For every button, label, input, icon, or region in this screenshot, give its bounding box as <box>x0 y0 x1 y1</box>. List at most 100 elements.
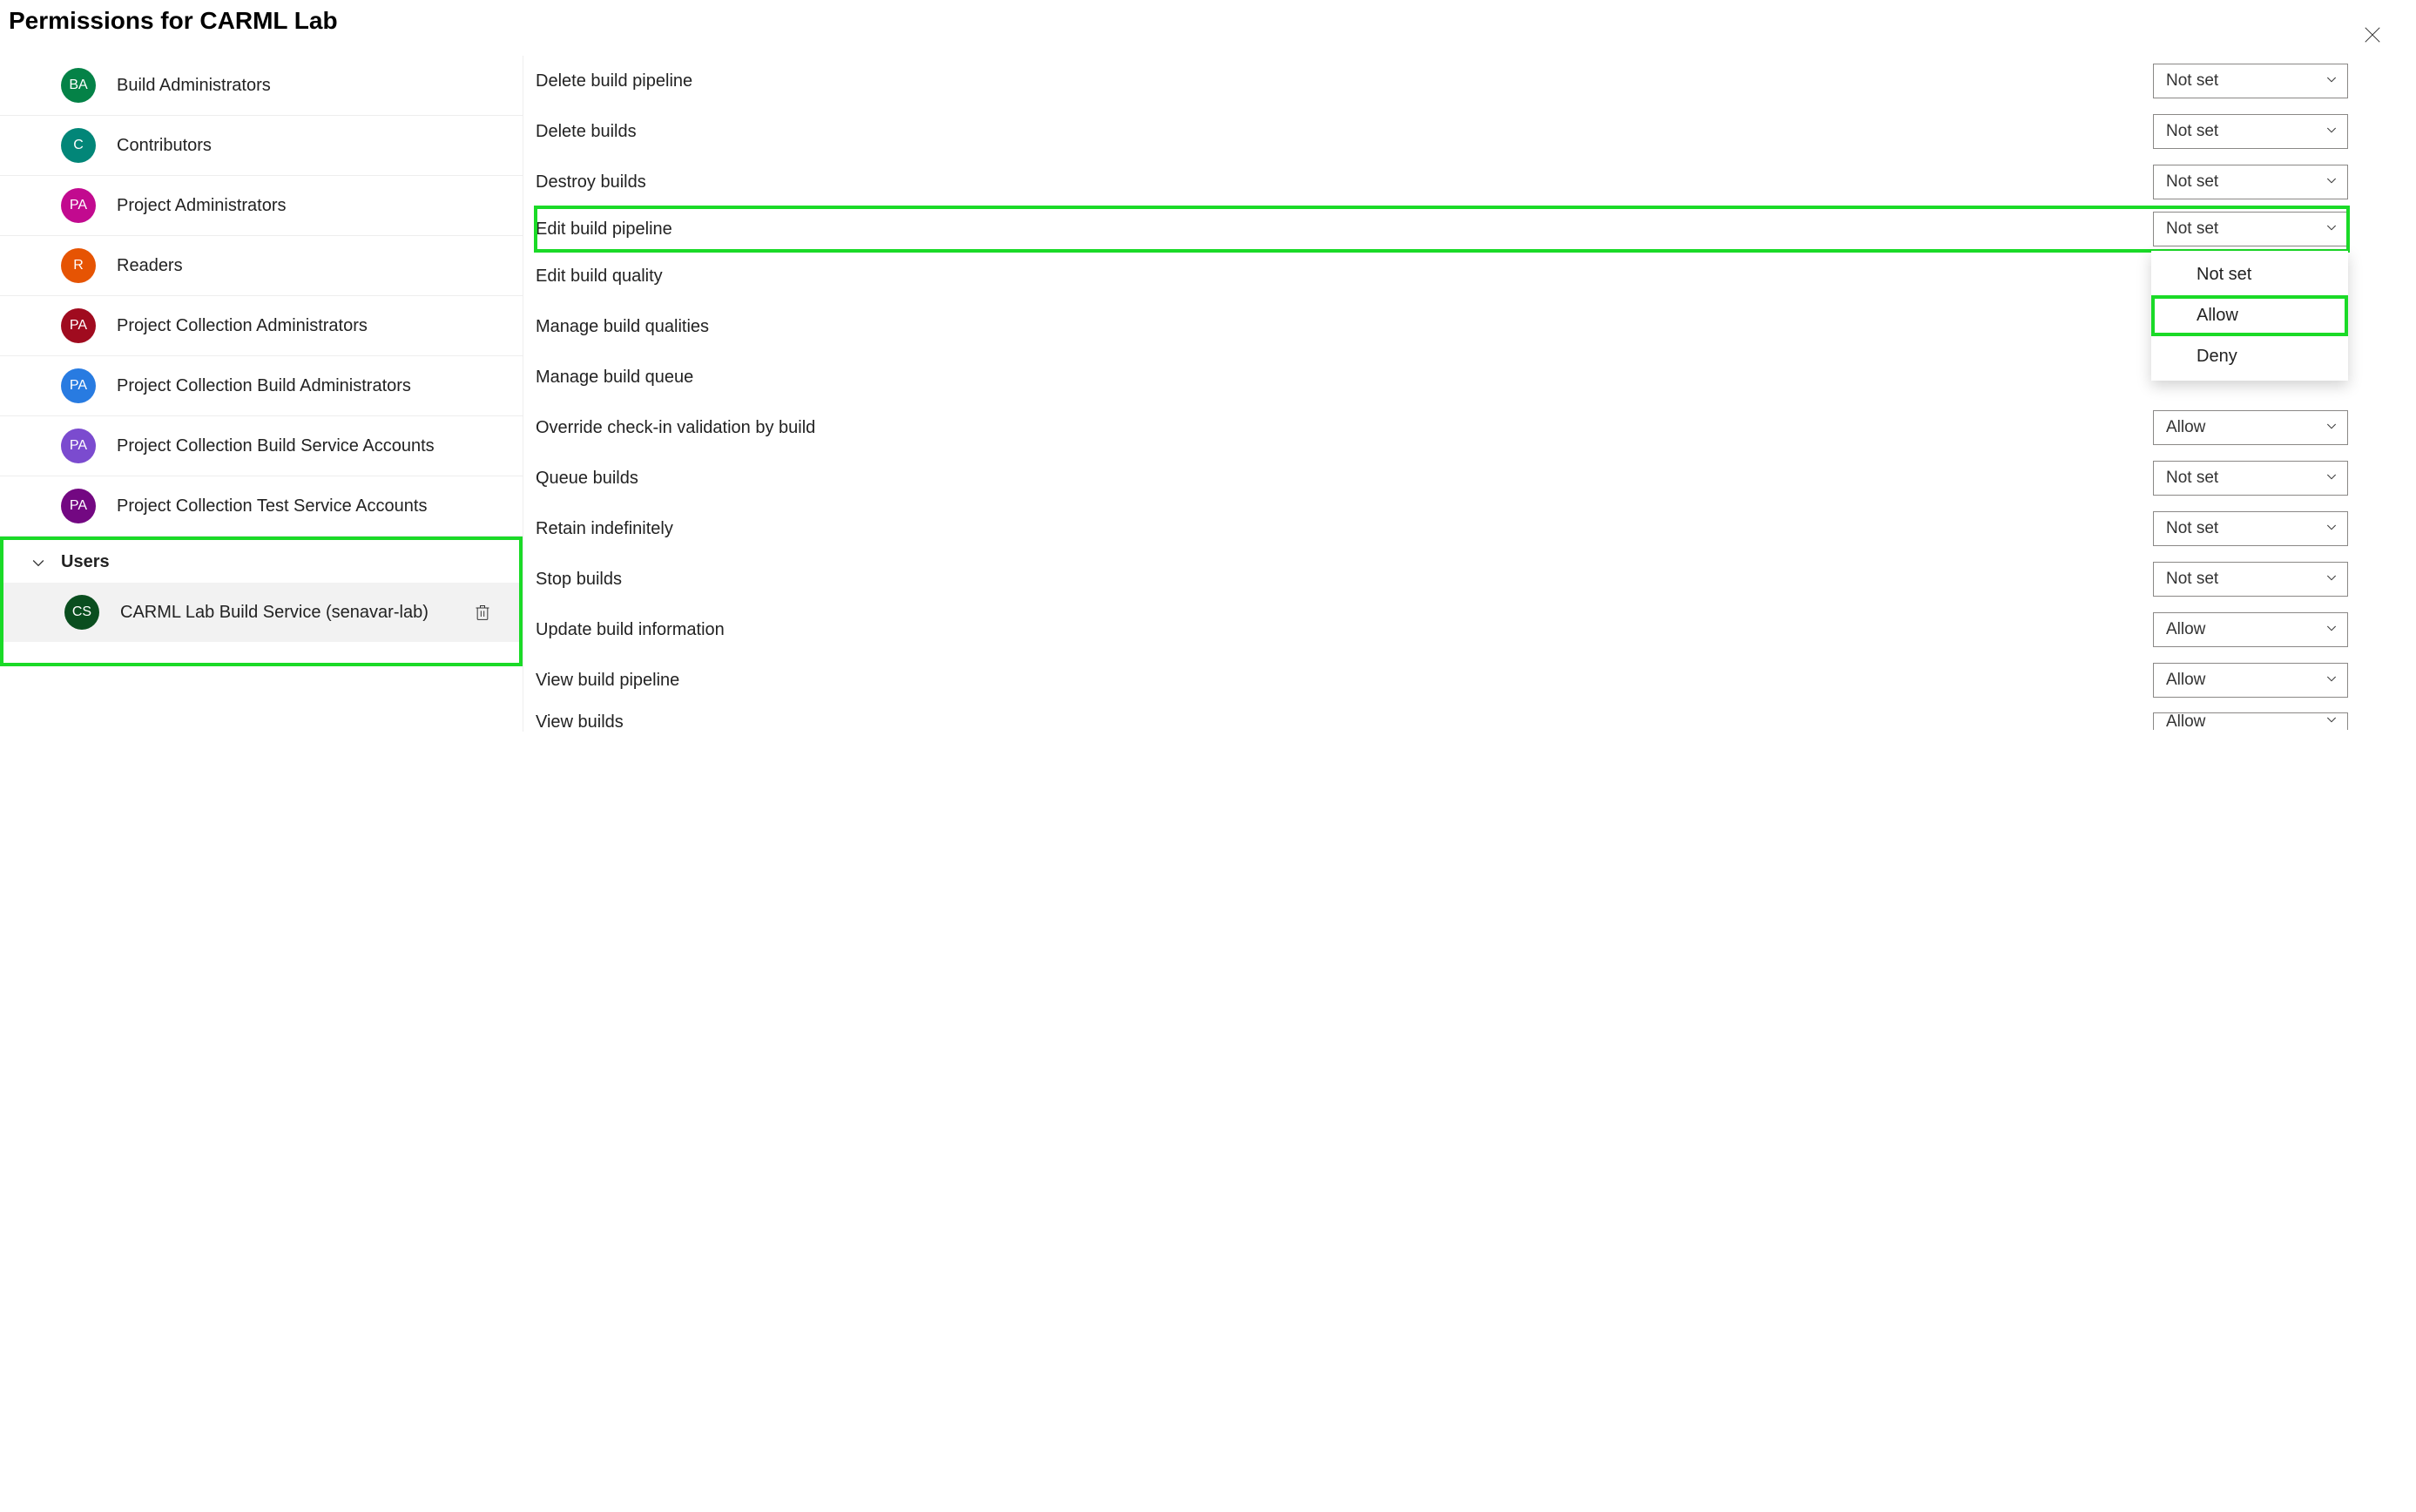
dropdown-value: Not set <box>2166 519 2218 538</box>
permission-dropdown[interactable]: Not set <box>2153 562 2348 597</box>
group-item[interactable]: PA Project Collection Build Administrato… <box>0 356 523 416</box>
group-item[interactable]: C Contributors <box>0 116 523 176</box>
permission-dropdown[interactable]: Not set <box>2153 64 2348 98</box>
group-item[interactable]: PA Project Collection Test Service Accou… <box>0 476 523 537</box>
permission-label: Manage build queue <box>536 368 693 388</box>
permission-row: Stop builds Not set <box>536 554 2348 604</box>
permission-label: Delete builds <box>536 122 637 142</box>
dropdown-value: Not set <box>2166 122 2218 141</box>
permission-dropdown[interactable]: Allow <box>2153 410 2348 445</box>
dropdown-option-not-set[interactable]: Not set <box>2151 254 2348 295</box>
user-label: CARML Lab Build Service (senavar-lab) <box>120 603 429 623</box>
group-label: Project Collection Build Service Account… <box>117 436 435 456</box>
permission-label: Stop builds <box>536 570 622 590</box>
dropdown-option-deny[interactable]: Deny <box>2151 336 2348 377</box>
group-item[interactable]: BA Build Administrators <box>0 56 523 116</box>
permission-row: Destroy builds Not set <box>536 157 2348 207</box>
chevron-down-icon <box>2325 620 2338 640</box>
permission-label: View build pipeline <box>536 671 679 691</box>
dropdown-value: Allow <box>2166 671 2205 690</box>
permission-label: Edit build quality <box>536 267 663 287</box>
permission-row: Manage build queue <box>536 352 2348 402</box>
permission-label: Retain indefinitely <box>536 519 673 539</box>
permission-row: Edit build quality <box>536 251 2348 301</box>
avatar: PA <box>61 368 96 403</box>
group-label: Project Administrators <box>117 196 287 216</box>
permission-row: Delete build pipeline Not set <box>536 56 2348 106</box>
group-label: Project Collection Administrators <box>117 316 368 336</box>
group-label: Project Collection Build Administrators <box>117 376 411 396</box>
users-section-header[interactable]: Users <box>3 540 519 583</box>
dropdown-value: Allow <box>2166 620 2205 639</box>
permission-row: Retain indefinitely Not set <box>536 503 2348 554</box>
permission-label: Override check-in validation by build <box>536 418 815 438</box>
avatar: BA <box>61 68 96 103</box>
group-item[interactable]: PA Project Collection Administrators <box>0 296 523 356</box>
avatar: R <box>61 248 96 283</box>
user-item[interactable]: CS CARML Lab Build Service (senavar-lab) <box>3 583 519 642</box>
chevron-down-icon <box>2325 469 2338 489</box>
permission-dropdown[interactable]: Not set <box>2153 511 2348 546</box>
avatar: PA <box>61 489 96 523</box>
permissions-panel: Delete build pipeline Not set Delete bui… <box>523 56 2416 732</box>
dropdown-value: Not set <box>2166 570 2218 589</box>
permission-row: View builds Allow <box>536 705 2348 732</box>
permission-dropdown-menu: Not set Allow Deny <box>2151 251 2348 381</box>
chevron-down-icon <box>2325 712 2338 732</box>
permission-dropdown[interactable]: Not set <box>2153 114 2348 149</box>
group-item[interactable]: PA Project Administrators <box>0 176 523 236</box>
dropdown-option-allow[interactable]: Allow <box>2151 295 2348 336</box>
dropdown-value: Not set <box>2166 172 2218 192</box>
avatar: PA <box>61 429 96 463</box>
permission-dropdown[interactable]: Not set <box>2153 165 2348 199</box>
permission-dropdown[interactable]: Not set <box>2153 212 2348 246</box>
permission-dropdown[interactable]: Allow <box>2153 712 2348 730</box>
chevron-down-icon <box>2325 122 2338 142</box>
permission-label: Destroy builds <box>536 172 646 192</box>
group-label: Readers <box>117 256 183 276</box>
dropdown-value: Allow <box>2166 712 2205 732</box>
permission-row: Manage build qualities <box>536 301 2348 352</box>
permission-label: Delete build pipeline <box>536 71 692 91</box>
permission-label: View builds <box>536 712 624 732</box>
permission-dropdown[interactable]: Allow <box>2153 663 2348 698</box>
section-label: Users <box>61 552 110 572</box>
group-item[interactable]: PA Project Collection Build Service Acco… <box>0 416 523 476</box>
avatar: PA <box>61 308 96 343</box>
delete-button[interactable] <box>474 603 491 622</box>
users-section-highlight: Users CS CARML Lab Build Service (senava… <box>0 537 523 666</box>
chevron-down-icon <box>2325 519 2338 539</box>
permission-label: Update build information <box>536 620 725 640</box>
avatar: CS <box>64 595 99 630</box>
permission-row: Override check-in validation by build Al… <box>536 402 2348 453</box>
group-label: Contributors <box>117 136 212 156</box>
permission-dropdown[interactable]: Allow <box>2153 612 2348 647</box>
permission-row: Queue builds Not set <box>536 453 2348 503</box>
close-button[interactable] <box>2355 17 2390 52</box>
permission-dropdown[interactable]: Not set <box>2153 461 2348 496</box>
avatar: PA <box>61 188 96 223</box>
group-item[interactable]: R Readers <box>0 236 523 296</box>
permission-row: Update build information Allow <box>536 604 2348 655</box>
permission-label: Edit build pipeline <box>536 219 672 240</box>
group-label: Project Collection Test Service Accounts <box>117 496 427 516</box>
chevron-down-icon <box>2325 418 2338 438</box>
permission-row: Delete builds Not set <box>536 106 2348 157</box>
chevron-down-icon <box>2325 570 2338 590</box>
identity-list-panel: BA Build Administrators C Contributors P… <box>0 56 523 732</box>
close-icon <box>2363 25 2382 44</box>
chevron-down-icon <box>2325 671 2338 691</box>
chevron-down-icon <box>2325 172 2338 192</box>
permission-row-edit-build-pipeline: Edit build pipeline Not set Not set Allo… <box>536 207 2348 251</box>
avatar: C <box>61 128 96 163</box>
dropdown-value: Not set <box>2166 469 2218 488</box>
trash-icon <box>474 603 491 622</box>
chevron-down-icon <box>30 554 47 571</box>
permission-label: Queue builds <box>536 469 638 489</box>
dropdown-value: Not set <box>2166 219 2218 239</box>
permission-row: View build pipeline Allow <box>536 655 2348 705</box>
chevron-down-icon <box>2325 219 2338 240</box>
page-title: Permissions for CARML Lab <box>0 0 2416 56</box>
dropdown-value: Allow <box>2166 418 2205 437</box>
permission-label: Manage build qualities <box>536 317 709 337</box>
